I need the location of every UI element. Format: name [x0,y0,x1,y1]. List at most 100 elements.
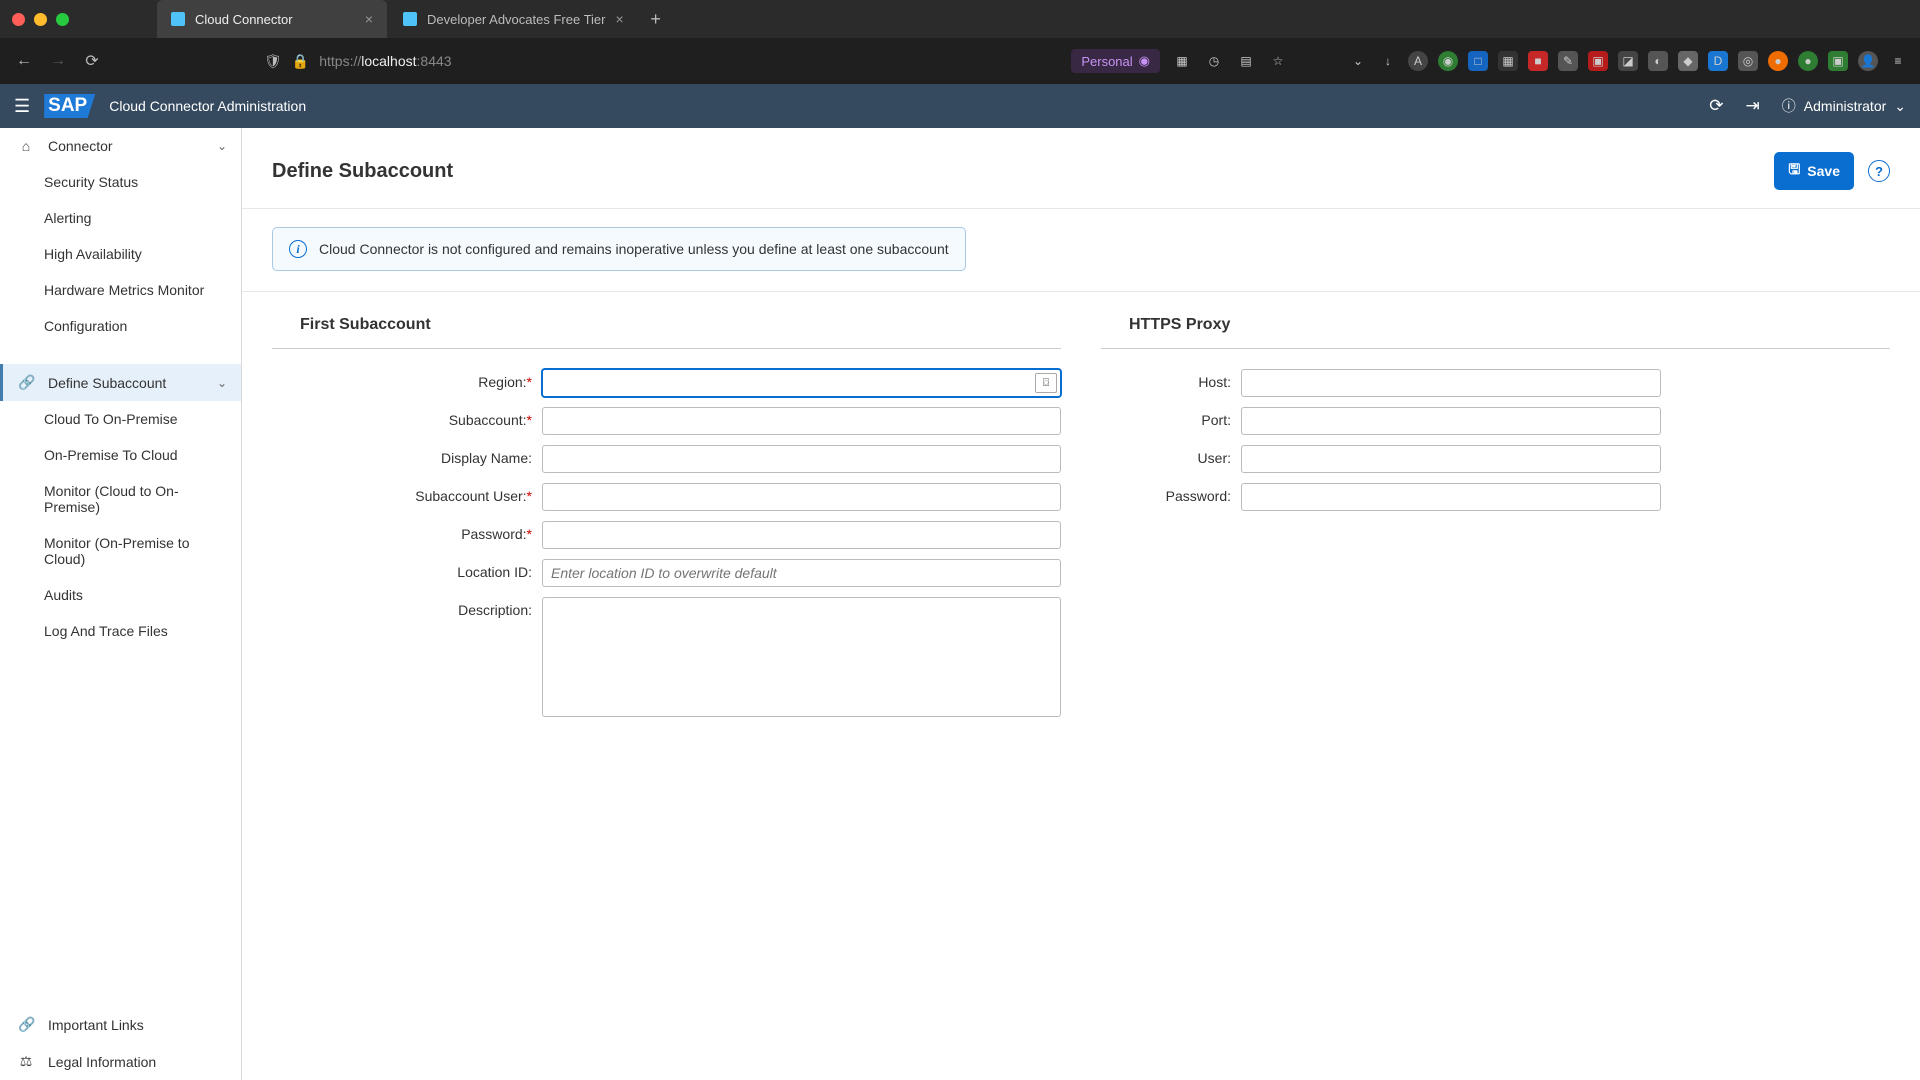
tab-close-icon[interactable]: × [615,11,623,27]
ext-icon-2[interactable]: ◉ [1438,51,1458,71]
ext-icon-5[interactable]: ■ [1528,51,1548,71]
field-proxy-user: User: [1101,445,1890,473]
subaccount-input[interactable] [542,407,1061,435]
window-close-button[interactable] [12,13,25,26]
sidebar-item-high-availability[interactable]: High Availability [0,236,241,272]
ext-icon-8[interactable]: ◪ [1618,51,1638,71]
tab-title: Cloud Connector [195,12,293,27]
ext-icon-4[interactable]: ▦ [1498,51,1518,71]
url-host: localhost [361,53,416,69]
bookmark-icon[interactable]: ☆ [1268,51,1288,71]
ext-icon-13[interactable]: ● [1768,51,1788,71]
value-help-icon[interactable]: ⌼ [1035,373,1057,393]
url-bar[interactable]: 🛡 🔒 https://localhost:8443 [264,53,452,70]
forward-button[interactable]: → [46,49,70,73]
app-menu-icon[interactable]: ≡ [1888,51,1908,71]
sidebar-item-define-subaccount[interactable]: 🔗 Define Subaccount ⌄ [0,364,241,401]
info-message-text: Cloud Connector is not configured and re… [319,241,949,257]
info-message-box: i Cloud Connector is not configured and … [272,227,966,271]
sidebar-item-onprem-to-cloud[interactable]: On-Premise To Cloud [0,437,241,473]
main-content: Define Subaccount 🖫 Save ? i Cloud Conne… [242,128,1920,1080]
pocket-icon[interactable]: ⌄ [1348,51,1368,71]
container-badge[interactable]: Personal ◉ [1071,49,1160,73]
qr-icon[interactable]: ▦ [1172,51,1192,71]
sidebar-item-monitor-c2o[interactable]: Monitor (Cloud to On-Premise) [0,473,241,525]
logout-icon[interactable]: ⇥ [1746,96,1760,116]
ext-icon-12[interactable]: ◎ [1738,51,1758,71]
window-minimize-button[interactable] [34,13,47,26]
sidebar-item-monitor-o2c[interactable]: Monitor (On-Premise to Cloud) [0,525,241,577]
browser-tab-dev-advocates[interactable]: Developer Advocates Free Tier × [389,0,638,38]
sidebar-item-log-trace[interactable]: Log And Trace Files [0,613,241,649]
sidebar-item-label: Configuration [44,318,127,334]
ext-icon-15[interactable]: ▣ [1828,51,1848,71]
proxy-port-input[interactable] [1241,407,1661,435]
sidebar-item-alerting[interactable]: Alerting [0,200,241,236]
field-label: Host: [1101,369,1241,390]
new-tab-button[interactable]: + [640,0,672,38]
url-prefix: https:// [319,53,361,69]
ext-icon-3[interactable]: □ [1468,51,1488,71]
field-label: Subaccount User:* [272,483,542,504]
sidebar-item-hw-metrics[interactable]: Hardware Metrics Monitor [0,272,241,308]
user-menu[interactable]: ⓘ Administrator ⌄ [1782,96,1906,116]
location-id-input[interactable] [542,559,1061,587]
field-label: Port: [1101,407,1241,428]
save-icon: 🖫 [1788,159,1800,183]
back-button[interactable]: ← [12,49,36,73]
field-label: Password:* [272,521,542,542]
account-icon[interactable]: 👤 [1858,51,1878,71]
ext-icon-9[interactable]: ◐ [1648,51,1668,71]
sidebar-item-label: Important Links [48,1017,144,1033]
url-port: :8443 [417,53,452,69]
proxy-password-input[interactable] [1241,483,1661,511]
sidebar-item-label: Hardware Metrics Monitor [44,282,204,298]
help-button[interactable]: ? [1868,160,1890,182]
browser-tab-cloud-connector[interactable]: Cloud Connector × [157,0,387,38]
sidebar-item-label: Alerting [44,210,91,226]
ext-icon-14[interactable]: ● [1798,51,1818,71]
sidebar-item-configuration[interactable]: Configuration [0,308,241,344]
sidebar-item-label: Monitor (Cloud to On-Premise) [44,483,227,515]
chevron-down-icon: ⌄ [1894,98,1906,115]
link-icon: 🔗 [18,374,34,391]
readmode-icon[interactable]: ▤ [1236,51,1256,71]
proxy-host-input[interactable] [1241,369,1661,397]
field-label: User: [1101,445,1241,466]
ext-icon-11[interactable]: D [1708,51,1728,71]
ext-icon-7[interactable]: ▣ [1588,51,1608,71]
menu-toggle-icon[interactable]: ☰ [14,96,30,117]
sidebar-item-label: Log And Trace Files [44,623,168,639]
field-subaccount: Subaccount:* [272,407,1061,435]
password-input[interactable] [542,521,1061,549]
window-maximize-button[interactable] [56,13,69,26]
sidebar-item-connector[interactable]: ⌂ Connector ⌄ [0,128,241,164]
ext-icon-10[interactable]: ◆ [1678,51,1698,71]
sidebar-item-audits[interactable]: Audits [0,577,241,613]
clock-icon[interactable]: ◷ [1204,51,1224,71]
subaccount-user-input[interactable] [542,483,1061,511]
browser-toolbar: ← → ⟳ 🛡 🔒 https://localhost:8443 Persona… [0,38,1920,84]
sidebar-item-cloud-to-onprem[interactable]: Cloud To On-Premise [0,401,241,437]
ext-icon-6[interactable]: ✎ [1558,51,1578,71]
ext-icon-1[interactable]: A [1408,51,1428,71]
sidebar-item-label: Legal Information [48,1054,156,1070]
https-proxy-section: HTTPS Proxy Host: Port: User: Password: [1101,316,1890,732]
display-name-input[interactable] [542,445,1061,473]
sidebar-item-legal-info[interactable]: ⚖ Legal Information [0,1043,241,1080]
download-icon[interactable]: ↓ [1378,51,1398,71]
sap-logo: SAP [44,94,95,118]
region-input[interactable] [542,369,1061,397]
field-label: Subaccount:* [272,407,542,428]
section-title: HTTPS Proxy [1101,316,1890,344]
sidebar-item-important-links[interactable]: 🔗 Important Links [0,1006,241,1043]
save-button[interactable]: 🖫 Save [1774,152,1854,190]
tab-close-icon[interactable]: × [365,11,373,27]
description-textarea[interactable] [542,597,1061,717]
app-title: Cloud Connector Administration [109,98,306,114]
field-label: Location ID: [272,559,542,580]
sidebar-item-security-status[interactable]: Security Status [0,164,241,200]
refresh-icon[interactable]: ⟳ [1709,96,1723,116]
proxy-user-input[interactable] [1241,445,1661,473]
reload-button[interactable]: ⟳ [80,49,104,73]
